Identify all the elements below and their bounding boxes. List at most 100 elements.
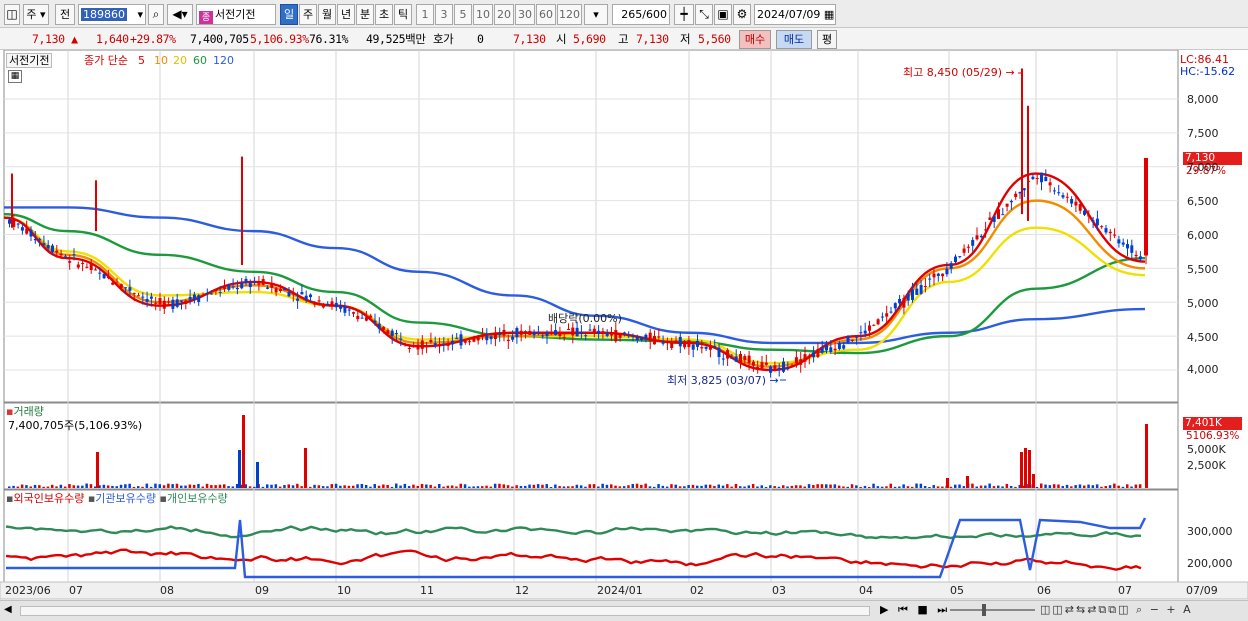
high-price: 7,130	[636, 32, 669, 46]
candle-body	[545, 332, 549, 337]
volume-bar	[210, 485, 213, 488]
volume-bar	[373, 484, 376, 488]
volume-bar	[954, 484, 957, 488]
candle-body	[274, 288, 278, 293]
volume-bar	[782, 485, 785, 488]
candle-body	[1014, 193, 1018, 198]
candle-body	[223, 287, 226, 289]
candle-body	[1134, 254, 1138, 257]
interval-120[interactable]: 120	[557, 4, 582, 25]
volume-bar	[309, 486, 312, 488]
candle-body	[880, 316, 884, 318]
stock-name-field[interactable]: 종 서전기전	[196, 4, 276, 25]
period-second[interactable]: 초	[375, 4, 393, 25]
candle-body	[971, 239, 975, 246]
period-tick[interactable]: 틱	[394, 4, 412, 25]
interval-3[interactable]: 3	[435, 4, 453, 25]
volume-bar	[962, 486, 966, 488]
code-input[interactable]: 189860 ▾	[78, 4, 146, 25]
volume-bar	[25, 485, 28, 488]
chart-tool-icons[interactable]: ◫◫⇄⇆⇄⧉⧉◫ ⌕ − + A	[1040, 603, 1193, 617]
chart-area[interactable]: 서전기전 종가 단순 5 10 20 60 120 ▦ LC:86.41 HC:…	[0, 50, 1248, 621]
sell-button[interactable]: 매도	[776, 30, 812, 49]
period-week[interactable]: 주	[299, 4, 317, 25]
x-label-07b: 07	[1118, 584, 1132, 597]
volume-spike	[256, 462, 259, 488]
volume-bar	[786, 486, 789, 488]
sound-icon[interactable]: ◀▾	[167, 4, 193, 25]
volume-bar	[63, 486, 67, 488]
interval-1[interactable]: 1	[416, 4, 434, 25]
interval-30[interactable]: 30	[515, 4, 535, 25]
period-month[interactable]: 월	[318, 4, 336, 25]
prev-button[interactable]: 전	[55, 4, 75, 25]
candle-body	[820, 348, 824, 353]
scrollbar-track[interactable]	[20, 606, 870, 616]
volume-bar	[777, 486, 781, 488]
candle-body	[313, 302, 317, 305]
candle-type-icon[interactable]: ┿	[674, 4, 694, 25]
save-icon[interactable]: ▣	[714, 4, 732, 25]
ma-title: 종가 단순	[84, 54, 128, 67]
period-minute[interactable]: 분	[356, 4, 374, 25]
volume-bar	[1126, 484, 1129, 488]
candle-body	[898, 298, 902, 304]
candle-body	[94, 269, 97, 271]
candle-body	[425, 346, 429, 348]
volume-bar	[919, 483, 923, 488]
buy-button[interactable]: 매수	[739, 30, 771, 49]
candle-body	[1104, 228, 1108, 233]
price-change: 1,640	[96, 32, 129, 46]
volume-bar	[115, 486, 118, 488]
y-tick-4500: 4,500	[1187, 331, 1219, 344]
candle-body	[889, 311, 893, 313]
candle-body	[1121, 242, 1125, 245]
volume-bar	[1104, 486, 1107, 488]
candle-body	[842, 345, 846, 349]
candle-body	[1035, 178, 1039, 180]
candle-body	[876, 319, 880, 325]
market-select[interactable]: 주 ▾	[23, 4, 49, 25]
interval-60[interactable]: 60	[536, 4, 556, 25]
volume-bar	[863, 485, 867, 488]
volume-bar	[16, 486, 20, 488]
interval-dropdown[interactable]: ▾	[584, 4, 608, 25]
settings-icon[interactable]: ⚙	[733, 4, 751, 25]
interval-20[interactable]: 20	[494, 4, 514, 25]
bottom-bar: ◀ ▶ ⏮ ■ ⏭ ◫◫⇄⇆⇄⧉⧉◫ ⌕ − + A	[0, 600, 1248, 621]
calendar-icon[interactable]: ▦	[824, 8, 834, 21]
volume-bar	[455, 486, 458, 488]
volume-bar	[730, 486, 733, 488]
grid-toggle-icon[interactable]: ▦	[8, 70, 22, 83]
scroll-left-icon[interactable]: ◀	[4, 604, 12, 615]
chart-layout-icon[interactable]: ◫	[4, 4, 20, 25]
search-icon[interactable]: ⌕	[148, 4, 164, 25]
chart-svg[interactable]	[0, 50, 1248, 621]
candle-body	[958, 256, 962, 258]
candle-body	[640, 336, 644, 341]
candle-body	[562, 337, 566, 339]
period-year[interactable]: 년	[337, 4, 355, 25]
interval-5[interactable]: 5	[454, 4, 472, 25]
volume-bar	[463, 484, 467, 488]
open-price: 5,690	[573, 32, 606, 46]
playback-controls[interactable]: ▶ ⏮ ■ ⏭	[880, 603, 950, 617]
interval-10[interactable]: 10	[473, 4, 493, 25]
volume-bar	[760, 485, 763, 488]
period-day[interactable]: 일	[280, 4, 298, 25]
volume-bar	[644, 483, 647, 488]
volume-bar	[412, 484, 415, 488]
volume-bar	[575, 484, 579, 488]
zoom-slider[interactable]	[950, 604, 1035, 616]
date-field[interactable]: 2024/07/09 ▦	[754, 4, 836, 25]
volume-bar	[382, 484, 385, 488]
volume-bar	[498, 483, 501, 488]
draw-tool-icon[interactable]: ⤡	[695, 4, 713, 25]
count-field[interactable]: 265/600	[612, 4, 670, 25]
flat-button[interactable]: 평	[817, 30, 837, 49]
candle-body	[330, 301, 334, 306]
volume-bar	[571, 486, 574, 488]
candle-body	[807, 355, 811, 358]
volume-bar	[1070, 486, 1073, 488]
volume-bar	[511, 486, 514, 488]
